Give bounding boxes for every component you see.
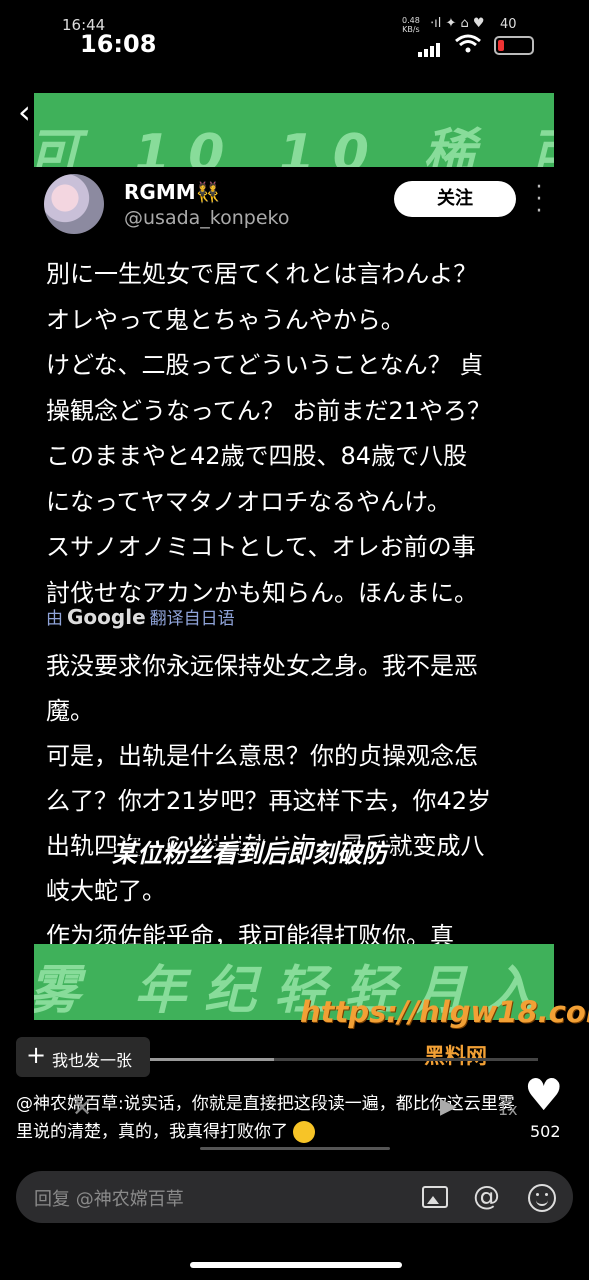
tweet-line: スサノオノミコトとして、オレお前の事 xyxy=(46,533,476,561)
network-speed: 0.48 KB/s xyxy=(402,16,420,34)
battery-icon xyxy=(494,36,534,55)
tweet-line: けどな、二股ってどういうことなん？ 貞 xyxy=(46,351,484,379)
translate-suffix: 翻译自日语 xyxy=(149,609,235,629)
translated-line: 魔。 xyxy=(46,697,94,725)
playback-speed[interactable]: 1x xyxy=(498,1100,518,1119)
post-too-button[interactable]: + 我也发一张 xyxy=(16,1037,150,1077)
translated-line: 我没要求你永远保持处女之身。我不是恶 xyxy=(46,652,478,680)
top-banner-text: 可 10 10 稀 可 xyxy=(34,124,554,167)
like-heart-icon[interactable]: ♥ xyxy=(524,1072,563,1120)
status-time: 16:08 xyxy=(80,30,157,58)
tweet-line: 別に一生処女で居てくれとは言わんよ？ xyxy=(46,260,478,288)
top-banner: 可 10 10 稀 可 xyxy=(34,93,554,167)
status-battery-text: 40 xyxy=(500,17,517,32)
google-logo: Google xyxy=(67,605,146,629)
translated-line: 岐大蛇了。 xyxy=(46,877,166,905)
post-too-label: 我也发一张 xyxy=(52,1051,133,1070)
home-indicator xyxy=(190,1262,402,1268)
tweet-line: このままやと42歳で四股、84歳で八股 xyxy=(46,442,468,470)
back-arrow-icon[interactable]: ‹ xyxy=(18,96,31,128)
follow-button[interactable]: 关注 xyxy=(394,181,516,217)
at-mention-icon[interactable]: @ xyxy=(473,1181,500,1212)
video-progress-fill xyxy=(150,1058,275,1061)
translated-line: 可是，出轨是什么意思？你的贞操观念怎 xyxy=(46,742,478,770)
comment-author[interactable]: @神农嫦百草 xyxy=(16,1094,118,1114)
like-count: 502 xyxy=(530,1122,561,1141)
more-options-icon[interactable]: · · · xyxy=(534,177,544,223)
network-speed-unit: KB/s xyxy=(402,25,420,34)
scroll-indicator xyxy=(200,1147,390,1150)
plus-icon: + xyxy=(26,1041,47,1069)
emoji-icon[interactable] xyxy=(528,1184,556,1212)
translated-line: 么了？你才21岁吧？再这样下去，你42岁 xyxy=(46,787,492,815)
play-icon[interactable]: ▶ xyxy=(440,1094,457,1119)
close-icon[interactable]: ✕ xyxy=(72,1094,92,1122)
avatar[interactable] xyxy=(44,174,104,234)
image-icon[interactable] xyxy=(422,1186,448,1208)
wifi-icon xyxy=(454,34,482,58)
tweet-line: 操観念どうなってん？ お前まだ21やろ？ xyxy=(46,396,491,425)
tweet-original-text: 別に一生処女で居てくれとは言わんよ？ オレやって鬼とちゃうんやから。 けどな、二… xyxy=(46,252,556,616)
laugh-cry-emoji-icon xyxy=(293,1121,316,1143)
video-caption: 某位粉丝看到后即刻破防 xyxy=(112,839,388,868)
network-speed-value: 0.48 xyxy=(402,16,420,25)
status-extra-icons: ⋅ıl ✦ ⌂ ♥ xyxy=(430,16,485,31)
translation-attribution[interactable]: 由 Google 翻译自日语 xyxy=(46,604,235,629)
user-name: RGMM👯 xyxy=(124,180,221,204)
signal-icon xyxy=(418,38,442,57)
watermark-name: 黑料网 xyxy=(424,1044,487,1068)
translate-prefix: 由 xyxy=(46,609,63,629)
tweet-line: オレやって鬼とちゃうんやから。 xyxy=(46,305,405,334)
watermark-url: https://hlgw18.com xyxy=(300,995,589,1029)
tweet-line: になってヤマタノオロチなるやんけ。 xyxy=(46,487,451,516)
reply-placeholder: 回复 @神农嫦百草 xyxy=(34,1189,184,1210)
user-handle: @usada_konpeko xyxy=(124,207,290,229)
